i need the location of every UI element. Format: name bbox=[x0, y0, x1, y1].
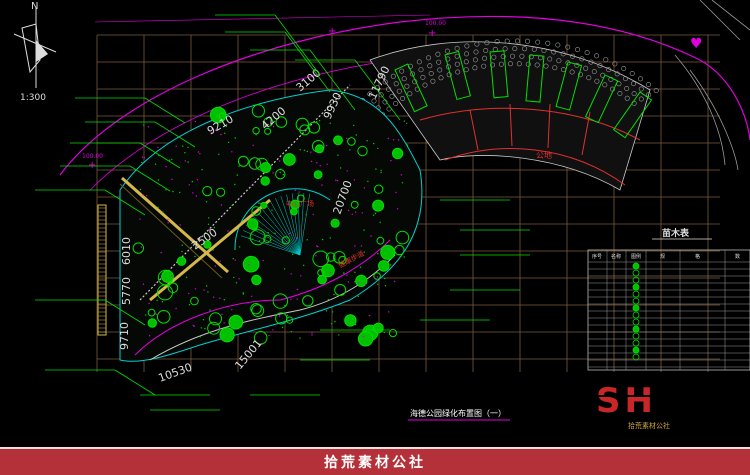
cad-drawing: N 1:300 ♥ 公地 中心广场 健康步道 3100 117909210 42… bbox=[13, 0, 750, 430]
th-index: 序号 bbox=[592, 253, 602, 260]
th-name: 名称 bbox=[611, 253, 621, 260]
plaza-label: 公地 bbox=[536, 150, 552, 160]
th-spec-2: 格 bbox=[695, 253, 700, 260]
watermark-text: 拾荒素材公社 bbox=[628, 421, 670, 430]
th-legend: 图例 bbox=[631, 253, 641, 260]
dimension-label: 9710 bbox=[118, 322, 131, 350]
svg-text:100.00: 100.00 bbox=[425, 20, 446, 27]
table-header: 序号 名称 图例 规 格 数 bbox=[592, 253, 740, 260]
th-spec-1: 规 bbox=[660, 253, 665, 260]
footer-text: 拾荒素材公社 bbox=[324, 455, 426, 471]
dimension-label: 3100 bbox=[294, 66, 324, 94]
watermark-logo: SH 拾荒素材公社 bbox=[594, 381, 682, 430]
center-label: 中心广场 bbox=[286, 199, 314, 208]
watermark-logo-text: SH bbox=[596, 381, 657, 421]
svg-text:♥: ♥ bbox=[690, 36, 703, 52]
svg-text:+: + bbox=[428, 28, 436, 39]
table-title: 苗木表 bbox=[662, 227, 690, 239]
drawing-title: 海德公园绿化布置图（一） bbox=[410, 408, 506, 418]
north-label: N bbox=[31, 1, 38, 12]
svg-text:+: + bbox=[88, 160, 96, 171]
dimension-label: 10530 bbox=[157, 361, 194, 385]
dimension-label: 6010 bbox=[120, 237, 133, 265]
svg-text:+: + bbox=[328, 26, 336, 37]
scale-label: 1:300 bbox=[20, 93, 46, 103]
north-arrow: N bbox=[13, 1, 57, 88]
svg-text:100.00: 100.00 bbox=[82, 153, 103, 160]
th-count: 数 bbox=[735, 253, 740, 260]
dimension-label: 5770 bbox=[120, 277, 133, 305]
plant-schedule-table: 苗木表 序号 名称 图例 规 格 数 bbox=[587, 227, 750, 371]
dimension-label: 15001 bbox=[232, 337, 264, 372]
footer-banner: 拾荒素材公社 bbox=[0, 447, 750, 475]
